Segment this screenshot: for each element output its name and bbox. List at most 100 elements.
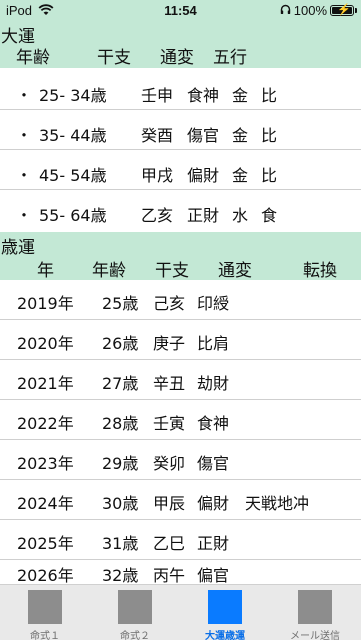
row-gogyo-element: 水 [232, 206, 249, 225]
saiun-row: 2025年 31歳 乙巳 正財 [0, 520, 361, 560]
row-tenkan: 天戦地冲 [245, 494, 310, 513]
row-tsuhen: 傷官 [197, 454, 230, 473]
row-tsuhen: 正財 [197, 534, 230, 553]
tab-meishiki2[interactable]: 命式２ [90, 588, 180, 640]
row-age: 30歳 [102, 494, 139, 513]
row-kanshi: 乙巳 [153, 534, 186, 553]
saiun-col-tsuhen: 通変 [218, 261, 252, 281]
row-tsuhen: 劫財 [197, 374, 230, 393]
daiun-row: ・ 35- 44歳 癸酉 傷官 金 比 [0, 110, 361, 150]
daiun-col-age: 年齢 [16, 48, 50, 68]
saiun-col-age: 年齢 [92, 261, 126, 281]
meishiki1-icon [28, 590, 62, 624]
daiun-row: ・ 55- 64歳 乙亥 正財 水 食 [0, 190, 361, 230]
row-tsuhen: 偏財 [197, 494, 230, 513]
row-kanshi: 庚子 [153, 334, 186, 353]
row-age: 29歳 [102, 454, 139, 473]
row-kanshi: 壬申 [141, 86, 174, 105]
row-tsuhen: 偏財 [187, 166, 220, 185]
row-age: 28歳 [102, 414, 139, 433]
saiun-col-year: 年 [37, 261, 54, 281]
status-bar: iPod 11:54 100% ⚡ [0, 0, 361, 22]
row-gogyo-relation: 比 [261, 126, 278, 145]
row-kanshi: 癸卯 [153, 454, 186, 473]
row-kanshi: 癸酉 [141, 126, 174, 145]
daiun-section-header: 大運 年齢 干支 通変 五行 [0, 22, 361, 68]
row-year: 2026年 [17, 566, 74, 585]
daiun-col-gogyo: 五行 [213, 48, 247, 68]
row-year: 2021年 [17, 374, 74, 393]
row-kanshi: 壬寅 [153, 414, 186, 433]
row-kanshi: 辛丑 [153, 374, 186, 393]
row-age: 31歳 [102, 534, 139, 553]
tab-bar: 命式１ 命式２ 大運歳運 メール送信 [0, 584, 361, 640]
row-kanshi: 丙午 [153, 566, 186, 585]
mail-send-icon [298, 590, 332, 624]
row-gogyo-element: 金 [232, 166, 249, 185]
saiun-row: 2019年 25歳 己亥 印綬 [0, 280, 361, 320]
battery-icon: ⚡ [330, 4, 354, 16]
row-age: 45- 54歳 [39, 166, 107, 185]
tab-mail-send[interactable]: メール送信 [270, 588, 360, 640]
saiun-row: 2024年 30歳 甲辰 偏財 天戦地冲 [0, 480, 361, 520]
row-kanshi: 甲戌 [141, 166, 174, 185]
row-tsuhen: 印綬 [197, 294, 230, 313]
row-age: 35- 44歳 [39, 126, 107, 145]
row-year: 2025年 [17, 534, 74, 553]
row-gogyo-element: 金 [232, 86, 249, 105]
saiun-title: 歳運 [1, 238, 35, 258]
row-age: 27歳 [102, 374, 139, 393]
tab-daiun-saiun[interactable]: 大運歳運 [180, 588, 270, 640]
saiun-row: 2026年 32歳 丙午 偏官 [0, 560, 361, 585]
row-tsuhen: 食神 [197, 414, 230, 433]
saiun-col-tenkan: 転換 [303, 261, 337, 281]
row-tsuhen: 偏官 [197, 566, 230, 585]
daiun-saiun-icon [208, 590, 242, 624]
row-age: 55- 64歳 [39, 206, 107, 225]
tab-meishiki1[interactable]: 命式１ [0, 588, 90, 640]
row-gogyo-relation: 比 [261, 86, 278, 105]
daiun-row: ・ 45- 54歳 甲戌 偏財 金 比 [0, 150, 361, 190]
daiun-col-kanshi: 干支 [97, 48, 131, 68]
tab-label: 命式１ [30, 631, 60, 640]
row-gogyo-relation: 比 [261, 166, 278, 185]
row-kanshi: 己亥 [153, 294, 186, 313]
headphones-icon [280, 3, 291, 18]
saiun-section-header: 歳運 年 年齢 干支 通変 転換 [0, 232, 361, 281]
row-tsuhen: 正財 [187, 206, 220, 225]
daiun-row: ・ 25- 34歳 壬申 食神 金 比 [0, 70, 361, 110]
saiun-row: 2022年 28歳 壬寅 食神 [0, 400, 361, 440]
row-bullet: ・ [16, 206, 33, 225]
row-tsuhen: 食神 [187, 86, 220, 105]
tab-label: 大運歳運 [205, 631, 245, 640]
tab-label: メール送信 [290, 631, 340, 640]
row-age: 26歳 [102, 334, 139, 353]
meishiki2-icon [118, 590, 152, 624]
charging-bolt-icon: ⚡ [337, 4, 351, 16]
row-year: 2020年 [17, 334, 74, 353]
row-bullet: ・ [16, 166, 33, 185]
saiun-row: 2020年 26歳 庚子 比肩 [0, 320, 361, 360]
row-kanshi: 乙亥 [141, 206, 174, 225]
row-bullet: ・ [16, 86, 33, 105]
row-tsuhen: 比肩 [197, 334, 230, 353]
row-bullet: ・ [16, 126, 33, 145]
row-year: 2019年 [17, 294, 74, 313]
battery-tip [355, 8, 357, 13]
row-kanshi: 甲辰 [153, 494, 186, 513]
saiun-row: 2021年 27歳 辛丑 劫財 [0, 360, 361, 400]
saiun-row: 2023年 29歳 癸卯 傷官 [0, 440, 361, 480]
row-year: 2023年 [17, 454, 74, 473]
tab-label: 命式２ [120, 631, 150, 640]
row-age: 32歳 [102, 566, 139, 585]
row-year: 2024年 [17, 494, 74, 513]
row-gogyo-relation: 食 [261, 206, 278, 225]
row-tsuhen: 傷官 [187, 126, 220, 145]
saiun-col-kanshi: 干支 [155, 261, 189, 281]
row-age: 25歳 [102, 294, 139, 313]
daiun-col-tsuhen: 通変 [160, 48, 194, 68]
row-age: 25- 34歳 [39, 86, 107, 105]
battery-percent: 100% [293, 3, 327, 18]
row-year: 2022年 [17, 414, 74, 433]
row-gogyo-element: 金 [232, 126, 249, 145]
